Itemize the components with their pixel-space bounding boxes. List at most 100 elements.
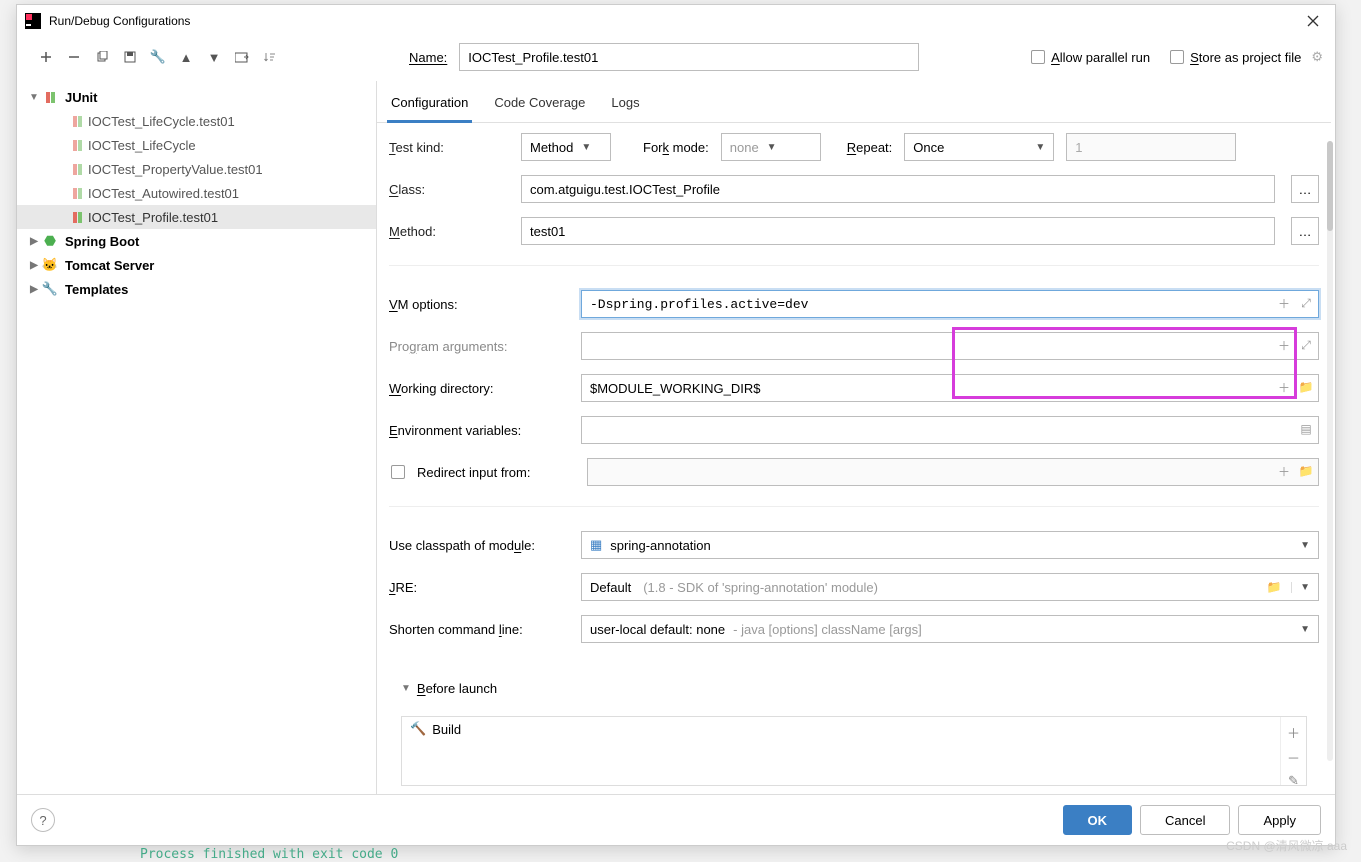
ok-button[interactable]: OK (1063, 805, 1133, 835)
folder-move-button[interactable] (231, 46, 253, 68)
apply-button[interactable]: Apply (1238, 805, 1321, 835)
chevron-down-icon[interactable]: ▼ (401, 683, 411, 694)
background-console: Process finished with exit code 0 (140, 847, 398, 862)
close-icon[interactable] (1299, 7, 1327, 35)
tree-child[interactable]: IOCTest_LifeCycle.test01 (17, 109, 376, 133)
add-button[interactable] (35, 46, 57, 68)
chevron-down-icon: ▼ (1035, 142, 1045, 153)
remove-button[interactable] (63, 46, 85, 68)
repeat-select[interactable]: Once▼ (904, 133, 1054, 161)
intellij-icon (25, 13, 41, 29)
program-args-label: Program arguments: (389, 339, 569, 354)
module-icon: ▦ (590, 537, 602, 553)
shorten-select[interactable]: user-local default: none - java [options… (581, 615, 1319, 643)
method-input[interactable] (521, 217, 1275, 245)
junit-icon (73, 188, 82, 199)
classpath-label: Use classpath of module: (389, 538, 569, 553)
folder-icon: 📁 (1297, 462, 1315, 480)
class-label: Class: (389, 182, 509, 197)
allow-parallel-label: Allow parallel run (1051, 50, 1150, 65)
classpath-select[interactable]: ▦ spring-annotation ▼ (581, 531, 1319, 559)
junit-icon (73, 140, 82, 151)
junit-icon (73, 116, 82, 127)
task-row[interactable]: 🔨 Build (402, 717, 1306, 741)
top-row: 🔧 ▲ ▼ Name: Allow parallel run Store as … (17, 37, 1335, 81)
plus-icon[interactable]: ＋ (1275, 378, 1293, 396)
tree-child[interactable]: IOCTest_PropertyValue.test01 (17, 157, 376, 181)
class-input[interactable] (521, 175, 1275, 203)
jre-select[interactable]: Default (1.8 - SDK of 'spring-annotation… (581, 573, 1319, 601)
task-edit-button[interactable]: ✎ (1288, 773, 1299, 789)
tab-configuration[interactable]: Configuration (387, 89, 472, 123)
env-vars-input[interactable] (581, 416, 1319, 444)
watermark: CSDN @清风微凉 aaa (1226, 837, 1347, 854)
vm-options-input[interactable] (581, 290, 1319, 318)
vm-options-label: VM options: (389, 297, 569, 312)
test-kind-select[interactable]: Method▼ (521, 133, 611, 161)
save-button[interactable] (119, 46, 141, 68)
tree-spring-boot[interactable]: ▶ ⬣ Spring Boot (17, 229, 376, 253)
chevron-down-icon: ▼ (1300, 540, 1310, 551)
plus-icon[interactable]: ＋ (1275, 336, 1293, 354)
name-input[interactable] (459, 43, 919, 71)
tab-logs[interactable]: Logs (607, 89, 643, 122)
shorten-label: Shorten command line: (389, 622, 569, 637)
gear-icon[interactable]: ⚙ (1311, 49, 1323, 65)
expand-icon[interactable]: ⤢ (1297, 294, 1315, 312)
before-launch-label: Before launch (417, 681, 497, 696)
tree-child[interactable]: IOCTest_Autowired.test01 (17, 181, 376, 205)
tree-templates[interactable]: ▶ 🔧 Templates (17, 277, 376, 301)
expand-icon[interactable]: ⤢ (1297, 336, 1315, 354)
working-dir-input[interactable] (581, 374, 1319, 402)
top-checks: Allow parallel run Store as project file… (1031, 49, 1323, 65)
task-remove-button[interactable]: － (1287, 748, 1300, 767)
wrench-button[interactable]: 🔧 (147, 46, 169, 68)
content-scrollbar[interactable] (1327, 141, 1333, 761)
junit-icon (73, 212, 82, 223)
chevron-down-icon: ▼ (1291, 582, 1310, 593)
task-add-button[interactable]: ＋ (1287, 723, 1300, 742)
wrench-icon: 🔧 (41, 281, 59, 297)
method-label: Method: (389, 224, 509, 239)
allow-parallel-check[interactable]: Allow parallel run (1031, 50, 1150, 65)
tab-code-coverage[interactable]: Code Coverage (490, 89, 589, 122)
chevron-down-icon: ▼ (767, 142, 777, 153)
tree-tomcat[interactable]: ▶ 🐱 Tomcat Server (17, 253, 376, 277)
store-as-check[interactable]: Store as project file ⚙ (1170, 49, 1323, 65)
env-vars-label: Environment variables: (389, 423, 569, 438)
repeat-count-input (1066, 133, 1236, 161)
test-kind-label: Test kind: (389, 140, 509, 155)
up-button[interactable]: ▲ (175, 46, 197, 68)
fork-mode-label: Fork mode: (643, 140, 709, 155)
cancel-button[interactable]: Cancel (1140, 805, 1230, 835)
dialog-buttons: ? OK Cancel Apply (17, 794, 1335, 845)
sort-button[interactable] (259, 46, 281, 68)
dialog-title: Run/Debug Configurations (49, 14, 1299, 28)
tabs: Configuration Code Coverage Logs (377, 81, 1331, 123)
sidebar-toolbar: 🔧 ▲ ▼ (29, 46, 281, 68)
fork-mode-select: none▼ (721, 133, 821, 161)
browse-method-button[interactable]: … (1291, 217, 1319, 245)
redirect-checkbox[interactable] (391, 465, 405, 479)
config-content: Configuration Code Coverage Logs Test ki… (377, 81, 1335, 794)
list-icon[interactable]: ▤ (1297, 420, 1315, 438)
chevron-down-icon: ▼ (1300, 624, 1310, 635)
chevron-right-icon: ▶ (27, 236, 41, 247)
name-group: Name: (409, 43, 919, 71)
junit-icon (73, 164, 82, 175)
tomcat-icon: 🐱 (41, 257, 59, 273)
help-button[interactable]: ? (31, 808, 55, 832)
browse-class-button[interactable]: … (1291, 175, 1319, 203)
before-task-list: 🔨 Build ＋ － ✎ (401, 716, 1307, 786)
tree-child-selected[interactable]: IOCTest_Profile.test01 (17, 205, 376, 229)
folder-icon[interactable]: 📁 (1297, 378, 1315, 396)
name-label: Name: (409, 50, 447, 65)
repeat-label: Repeat: (847, 140, 893, 155)
folder-icon[interactable]: 📁 (1265, 578, 1283, 596)
down-button[interactable]: ▼ (203, 46, 225, 68)
tree-child[interactable]: IOCTest_LifeCycle (17, 133, 376, 157)
copy-button[interactable] (91, 46, 113, 68)
tree-junit[interactable]: ▼ JUnit (17, 85, 376, 109)
program-args-input[interactable] (581, 332, 1319, 360)
plus-icon[interactable]: ＋ (1275, 294, 1293, 312)
